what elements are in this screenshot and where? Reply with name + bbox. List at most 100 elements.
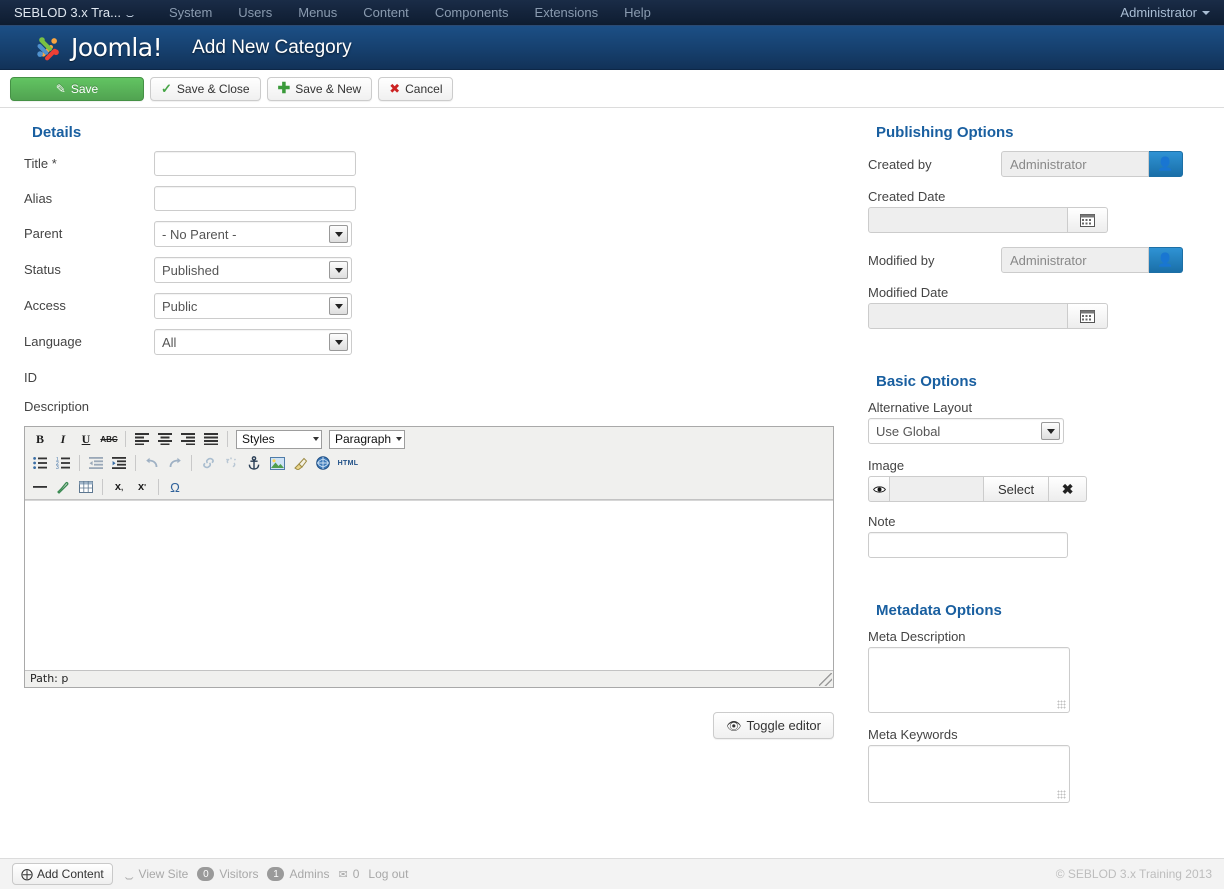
superscript-icon[interactable]: x' — [131, 477, 153, 498]
messages-item[interactable]: ✉ 0 — [338, 867, 359, 881]
image-input[interactable] — [890, 476, 984, 502]
image-select-button[interactable]: Select — [984, 476, 1049, 502]
check-icon: ✓ — [161, 82, 172, 95]
chevron-down-icon — [1202, 11, 1210, 15]
menu-item-content[interactable]: Content — [350, 0, 422, 26]
close-icon: ✖ — [1062, 481, 1074, 498]
paragraph-select[interactable]: Paragraph — [329, 430, 405, 449]
editor-status-bar: Path: p — [25, 670, 833, 687]
created-date-input[interactable] — [868, 207, 1068, 233]
styles-select[interactable]: Styles — [236, 430, 322, 449]
status-bar: ⨁ Add Content ⏡ View Site 0 Visitors 1 A… — [0, 858, 1224, 889]
chevron-down-icon — [329, 261, 348, 279]
menu-item-extensions[interactable]: Extensions — [522, 0, 612, 26]
modified-date-calendar-button[interactable] — [1068, 303, 1108, 329]
strikethrough-icon[interactable]: ABC — [98, 429, 120, 450]
access-select[interactable]: Public — [154, 293, 352, 319]
modified-by-input[interactable] — [1001, 247, 1149, 273]
select-user-button[interactable]: 👤 — [1149, 151, 1183, 177]
subscript-icon[interactable]: x, — [108, 477, 130, 498]
add-content-button[interactable]: ⨁ Add Content — [12, 863, 113, 885]
html-source-icon[interactable]: HTML — [335, 453, 361, 474]
toggle-editor-button[interactable]: 👁 Toggle editor — [713, 712, 834, 739]
meta-keywords-textarea[interactable] — [868, 745, 1070, 803]
unlink-icon[interactable] — [220, 453, 242, 474]
cancel-button[interactable]: ✖ Cancel — [378, 77, 453, 101]
title-input[interactable] — [154, 151, 356, 176]
language-select-value: All — [162, 335, 176, 350]
underline-icon[interactable]: U — [75, 429, 97, 450]
resize-grip-icon[interactable] — [1057, 700, 1066, 709]
title-label: Title * — [24, 151, 154, 171]
modified-date-label: Modified Date — [868, 285, 1204, 300]
admins-item: 1 Admins — [267, 867, 329, 881]
resize-grip-icon[interactable] — [1057, 790, 1066, 799]
user-icon: 👤 — [1157, 252, 1173, 268]
special-character-icon[interactable]: Ω — [164, 477, 186, 498]
redo-icon[interactable] — [164, 453, 186, 474]
resize-grip-icon[interactable] — [819, 673, 832, 686]
indent-icon[interactable] — [108, 453, 130, 474]
undo-icon[interactable] — [141, 453, 163, 474]
horizontal-rule-icon[interactable] — [29, 477, 51, 498]
align-left-icon[interactable] — [131, 429, 153, 450]
created-by-input[interactable] — [1001, 151, 1149, 177]
image-clear-button[interactable]: ✖ — [1049, 476, 1087, 502]
external-link-icon: ⏡ — [126, 7, 134, 18]
save-button[interactable]: ✎ Save — [10, 77, 144, 101]
image-select-label: Select — [998, 482, 1034, 497]
align-right-icon[interactable] — [177, 429, 199, 450]
menu-item-system[interactable]: System — [156, 0, 225, 26]
field-row-modified-by: Modified by 👤 — [868, 247, 1204, 273]
site-title[interactable]: SEBLOD 3.x Tra... ⏡ — [14, 5, 134, 20]
numbered-list-icon[interactable]: 123 — [52, 453, 74, 474]
alias-label: Alias — [24, 186, 154, 206]
field-row-title: Title * — [24, 151, 844, 176]
bold-icon[interactable]: B — [29, 429, 51, 450]
save-and-new-button[interactable]: ✚ Save & New — [267, 77, 373, 101]
status-select[interactable]: Published — [154, 257, 352, 283]
chevron-down-icon — [329, 333, 348, 351]
select-modified-user-button[interactable]: 👤 — [1149, 247, 1183, 273]
menu-item-users[interactable]: Users — [225, 0, 285, 26]
view-site-item[interactable]: ⏡ View Site — [125, 867, 189, 881]
modified-date-input[interactable] — [868, 303, 1068, 329]
field-row-meta-keywords: Meta Keywords — [868, 727, 1204, 803]
parent-select[interactable]: - No Parent - — [154, 221, 352, 247]
alt-layout-value: Use Global — [876, 424, 940, 439]
created-date-calendar-button[interactable] — [1068, 207, 1108, 233]
alias-input[interactable] — [154, 186, 356, 211]
alt-layout-select[interactable]: Use Global — [868, 418, 1064, 444]
align-justify-icon[interactable] — [200, 429, 222, 450]
anchor-icon[interactable] — [243, 453, 265, 474]
insert-table-icon[interactable] — [75, 477, 97, 498]
toggle-editor-label: Toggle editor — [747, 718, 821, 733]
copyright: © SEBLOD 3.x Training 2013 — [1056, 867, 1212, 881]
logout-item[interactable]: Log out — [368, 867, 408, 881]
align-center-icon[interactable] — [154, 429, 176, 450]
outdent-icon[interactable] — [85, 453, 107, 474]
link-icon[interactable] — [197, 453, 219, 474]
insert-image-icon[interactable] — [266, 453, 288, 474]
meta-description-textarea[interactable] — [868, 647, 1070, 713]
admins-label: Admins — [289, 867, 329, 881]
bullet-list-icon[interactable] — [29, 453, 51, 474]
preview-image-button[interactable] — [868, 476, 890, 502]
toolbar-divider — [135, 455, 136, 471]
italic-icon[interactable]: I — [52, 429, 74, 450]
chevron-down-icon — [396, 437, 402, 441]
user-menu[interactable]: Administrator — [1120, 0, 1210, 26]
cleanup-icon[interactable] — [289, 453, 311, 474]
menu-item-components[interactable]: Components — [422, 0, 522, 26]
menu-item-help[interactable]: Help — [611, 0, 664, 26]
note-input[interactable] — [868, 532, 1068, 558]
editor-content-area[interactable] — [25, 500, 833, 670]
menu-item-menus[interactable]: Menus — [285, 0, 350, 26]
save-and-close-label: Save & Close — [177, 82, 250, 96]
field-row-meta-description: Meta Description — [868, 629, 1204, 713]
remove-formatting-icon[interactable] — [52, 477, 74, 498]
toolbar-divider — [158, 479, 159, 495]
help-icon[interactable] — [312, 453, 334, 474]
language-select[interactable]: All — [154, 329, 352, 355]
save-and-close-button[interactable]: ✓ Save & Close — [150, 77, 261, 101]
